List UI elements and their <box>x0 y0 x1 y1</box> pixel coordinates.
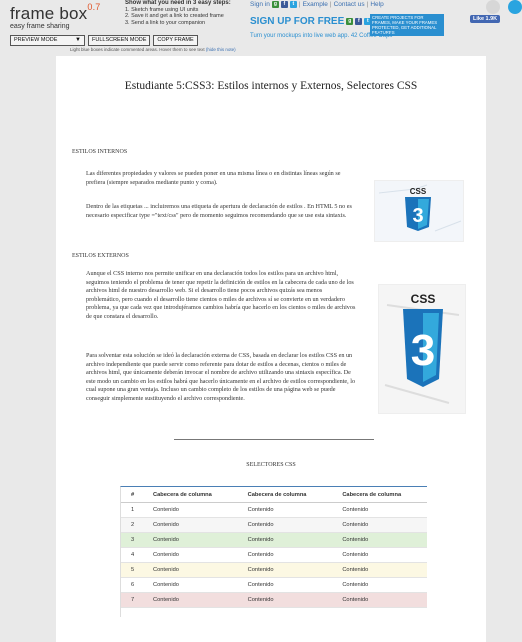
table-cell: Contenido <box>332 547 427 563</box>
step-3: 3. Send a link to your companion <box>125 19 206 26</box>
css3-logo-icon: CSS 3 <box>375 181 463 241</box>
table-cell: Contenido <box>143 532 238 548</box>
paragraph-2: Dentro de las etiquetas ... incluiremos … <box>86 203 352 219</box>
separator: | <box>366 1 369 8</box>
steps-info: Show what you need in 3 easy steps: 1. S… <box>125 0 231 26</box>
google-icon[interactable]: g <box>346 18 354 25</box>
table-header-cell: # <box>121 487 143 503</box>
table-cell: Contenido <box>143 577 238 593</box>
table-cell: Contenido <box>143 562 238 578</box>
separator: | <box>329 1 332 8</box>
table-header-cell: Cabecera de columna <box>143 487 238 503</box>
twitter-icon[interactable]: t <box>289 1 297 8</box>
table-cell: Contenido <box>237 532 333 548</box>
css-label: CSS <box>410 187 427 196</box>
table-cell: Contenido <box>237 592 333 608</box>
paragraph-3: Aunque el CSS interno nos permite unific… <box>86 270 356 320</box>
table-cell: Contenido <box>143 517 238 533</box>
table-cell: Contenido <box>143 547 238 563</box>
table-cell: Contenido <box>237 547 333 563</box>
table-row: 6 Contenido Contenido Contenido <box>121 577 427 593</box>
social-circle-icon[interactable] <box>486 0 500 14</box>
table-cell: Contenido <box>332 577 427 593</box>
table-row: 5 Contenido Contenido Contenido <box>121 562 427 578</box>
separator: | <box>298 1 301 8</box>
selectors-table-wrapper: # Cabecera de columna Cabecera de column… <box>120 486 427 617</box>
logo-tagline: easy frame sharing <box>10 23 70 30</box>
toolbar-controls: PREVIEW MODE ▼ FULLSCREEN MODE COPY FRAM… <box>10 35 198 46</box>
table-cell: Contenido <box>332 517 427 533</box>
table-row: 2 Contenido Contenido Contenido <box>121 517 427 533</box>
css-number: 3 <box>412 205 423 227</box>
table-header-row: # Cabecera de columna Cabecera de column… <box>121 487 427 503</box>
mockups-link[interactable]: Turn your mockups into live web app. 42 … <box>250 33 392 39</box>
css-number: 3 <box>411 326 435 375</box>
contact-link[interactable]: Contact us <box>334 1 365 8</box>
table-cell: Contenido <box>237 577 333 593</box>
sign-in-link[interactable]: Sign in <box>250 1 270 8</box>
hint-note: Light blue boxes indicate commented area… <box>70 47 236 52</box>
row-number: 1 <box>121 502 143 518</box>
fullscreen-button[interactable]: FULLSCREEN MODE <box>88 35 151 46</box>
page-title: Estudiante 5:CSS3: Estilos internos y Ex… <box>124 80 418 92</box>
section-heading-internos: ESTILOS INTERNOS <box>72 149 128 155</box>
table-row: 3 Contenido Contenido Contenido <box>121 532 427 548</box>
table-cell: Contenido <box>237 502 333 518</box>
css-label: CSS <box>411 292 436 306</box>
css3-image-small: CSS 3 <box>374 180 464 242</box>
twitter-circle-icon[interactable] <box>508 0 522 14</box>
facebook-icon[interactable]: f <box>280 1 288 8</box>
preview-mode-select[interactable]: PREVIEW MODE ▼ <box>10 35 85 46</box>
paragraph-4: Para solventar esta solución se ideó la … <box>86 352 356 402</box>
preview-mode-label: PREVIEW MODE <box>14 37 58 43</box>
logo-text: frame box <box>10 4 88 23</box>
top-links: Sign in g f t | Example | Contact us | H… <box>250 1 384 8</box>
section-heading-selectores: SELECTORES CSS <box>246 462 296 468</box>
help-link[interactable]: Help <box>370 1 383 8</box>
document-page: Estudiante 5:CSS3: Estilos internos y Ex… <box>56 56 486 642</box>
table-cell: Contenido <box>332 502 427 518</box>
row-number: 2 <box>121 517 143 533</box>
row-number: 5 <box>121 562 143 578</box>
table-cell: Contenido <box>332 562 427 578</box>
signup-link[interactable]: SIGN UP FOR FREE g f t <box>250 16 372 27</box>
table-header-cell: Cabecera de columna <box>332 487 427 503</box>
step-2: 2. Save it and get a link to created fra… <box>125 13 224 19</box>
selectors-table: # Cabecera de columna Cabecera de column… <box>121 487 427 608</box>
section-heading-externos: ESTILOS EXTERNOS <box>72 253 129 259</box>
logo-version: 0.7 <box>87 2 101 12</box>
row-number: 6 <box>121 577 143 593</box>
framebox-toolbar: frame box0.7 easy frame sharing PREVIEW … <box>0 0 522 56</box>
copy-frame-button[interactable]: COPY FRAME <box>153 35 198 46</box>
css3-logo-icon: CSS 3 <box>379 285 465 413</box>
row-number: 3 <box>121 532 143 548</box>
table-row: 1 Contenido Contenido Contenido <box>121 502 427 518</box>
signup-text: SIGN UP FOR FREE <box>250 16 345 27</box>
steps-title: Show what you need in 3 easy steps: <box>125 0 231 6</box>
google-icon[interactable]: g <box>271 1 279 8</box>
framebox-logo[interactable]: frame box0.7 <box>10 2 101 24</box>
row-number: 7 <box>121 592 143 608</box>
facebook-like-button[interactable]: Like 1.9K <box>470 15 501 23</box>
horizontal-divider <box>174 439 374 440</box>
table-cell: Contenido <box>143 592 238 608</box>
facebook-icon[interactable]: f <box>355 18 363 25</box>
table-body: 1 Contenido Contenido Contenido 2 Contenido Co… <box>121 502 427 608</box>
hide-note-link[interactable]: (hide this note) <box>206 47 236 52</box>
table-header-cell: Cabecera de columna <box>237 487 333 503</box>
hint-text: Light blue boxes indicate commented area… <box>70 47 205 52</box>
table-row: 7 Contenido Contenido Contenido <box>121 592 427 608</box>
chevron-down-icon: ▼ <box>75 37 81 43</box>
table-row: 4 Contenido Contenido Contenido <box>121 547 427 563</box>
table-cell: Contenido <box>237 562 333 578</box>
table-cell: Contenido <box>143 502 238 518</box>
table-cell: Contenido <box>332 592 427 608</box>
css3-image-large: CSS 3 <box>378 284 466 414</box>
table-cell: Contenido <box>332 532 427 548</box>
paragraph-1: Las diferentes propiedades y valores se … <box>86 170 341 186</box>
row-number: 4 <box>121 547 143 563</box>
example-link[interactable]: Example <box>303 1 328 8</box>
table-cell: Contenido <box>237 517 333 533</box>
